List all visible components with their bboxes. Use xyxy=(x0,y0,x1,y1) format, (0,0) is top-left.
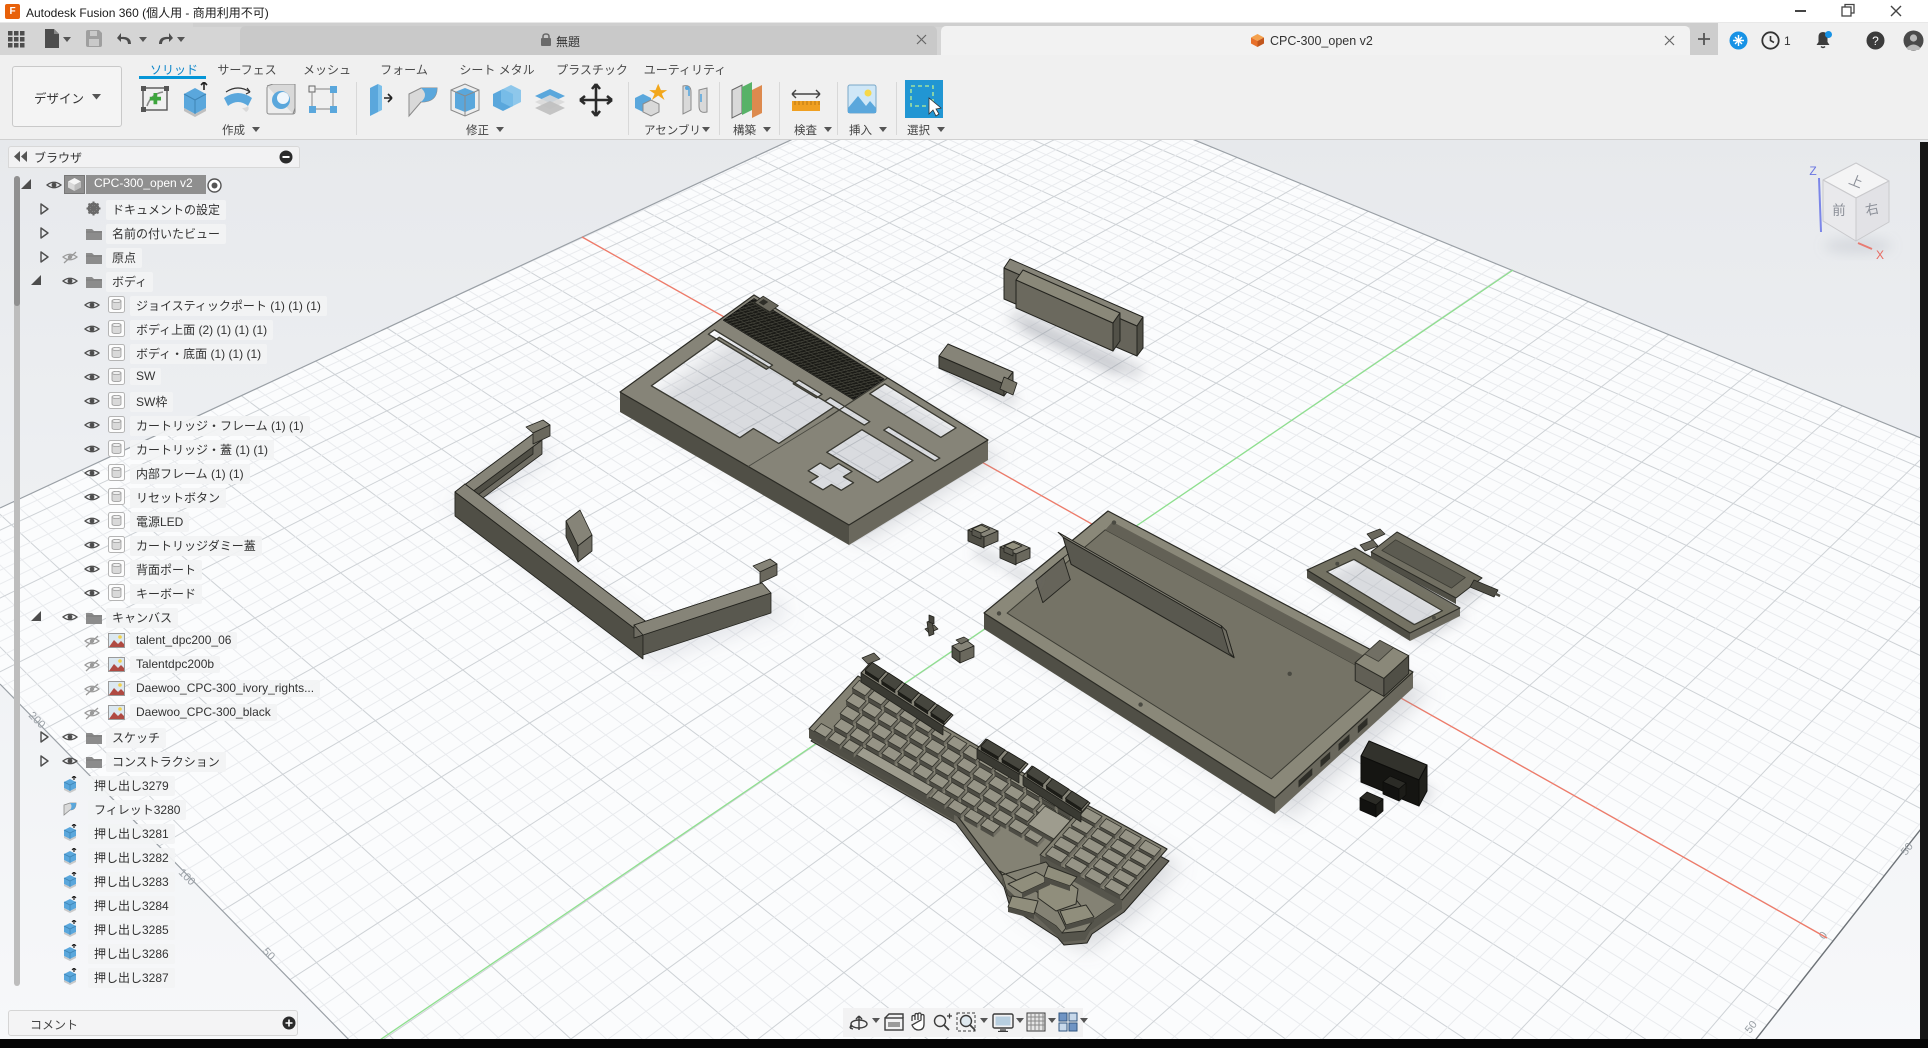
svg-text:前: 前 xyxy=(1832,202,1846,218)
svg-text:Z: Z xyxy=(1809,164,1816,178)
svg-text:?: ? xyxy=(1872,34,1879,48)
svg-text:X: X xyxy=(1876,248,1884,262)
